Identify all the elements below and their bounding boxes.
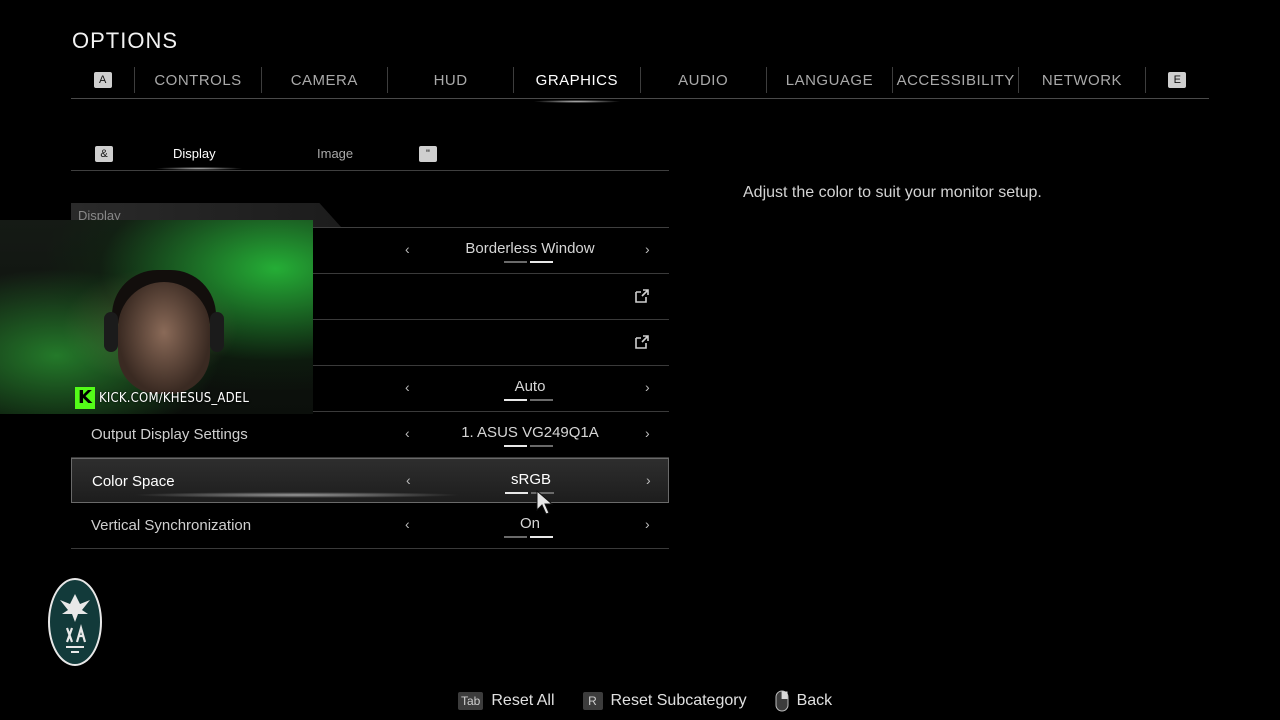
mouse-cursor-icon [536, 490, 554, 515]
setting-label: Output Display Settings [91, 426, 248, 443]
subtab-display[interactable]: Display [155, 146, 243, 170]
chevron-left-icon[interactable]: ‹ [405, 379, 410, 395]
reset-all-button[interactable]: Reset All [491, 692, 554, 710]
keycap-next-tab: E [1168, 72, 1187, 88]
chevron-right-icon[interactable]: › [645, 516, 650, 532]
tab-hud[interactable]: HUD [386, 67, 513, 93]
kick-channel-badge: K KICK.COM/KHESUS_ADEL [75, 387, 249, 409]
tab-label: LANGUAGE [785, 71, 874, 89]
webcam-person [118, 282, 210, 394]
chevron-left-icon[interactable]: ‹ [405, 516, 410, 532]
external-link-icon[interactable] [633, 333, 651, 351]
option-indicator [504, 445, 553, 447]
tab-accessibility[interactable]: ACCESSIBILITY [892, 67, 1018, 93]
setting-value: On [519, 515, 540, 532]
setting-description: Adjust the color to suit your monitor se… [743, 184, 1042, 201]
tab-label: HUD [433, 71, 468, 89]
option-indicator [504, 536, 553, 538]
keycap-prev-tab: A [93, 72, 112, 88]
tab-camera[interactable]: CAMERA [260, 67, 387, 93]
headset-right [210, 312, 224, 352]
chevron-left-icon[interactable]: ‹ [406, 472, 411, 488]
subtab-image[interactable]: Image [317, 146, 353, 161]
back-button[interactable]: Back [797, 692, 833, 710]
keycap-tab: Tab [458, 692, 484, 710]
setting-row-output-display[interactable]: Output Display Settings ‹ 1. ASUS VG249Q… [71, 412, 669, 458]
chevron-right-icon[interactable]: › [645, 425, 650, 441]
setting-value: sRGB [510, 471, 551, 488]
footer-actions: Tab Reset All R Reset Subcategory Back [458, 689, 832, 713]
reset-subcategory-button[interactable]: Reset Subcategory [611, 692, 747, 710]
setting-label: Vertical Synchronization [91, 517, 252, 534]
setting-value: Borderless Window [465, 240, 595, 257]
tab-next-key[interactable]: E [1144, 67, 1209, 93]
option-pip [530, 445, 553, 447]
keycap-prev-subtab[interactable]: & [95, 146, 113, 162]
keycap-r: R [582, 692, 603, 710]
option-indicator [504, 261, 553, 263]
setting-label: Color Space [92, 473, 175, 490]
option-pip [530, 399, 553, 401]
phoenix-logo-icon [60, 594, 90, 653]
option-pip-active [530, 536, 553, 538]
option-pip-active [505, 492, 528, 494]
setting-value: Auto [514, 378, 546, 395]
tab-graphics[interactable]: GRAPHICS [513, 67, 639, 103]
tab-controls[interactable]: CONTROLS [134, 67, 260, 93]
option-pip-active [504, 399, 527, 401]
option-pip [504, 261, 527, 263]
sub-tab-bar: & Display Image " [71, 140, 669, 171]
external-link-icon[interactable] [633, 287, 651, 305]
kick-logo-icon: K [75, 387, 95, 409]
setting-value: 1. ASUS VG249Q1A [461, 424, 599, 441]
chevron-right-icon[interactable]: › [645, 379, 650, 395]
tab-prev-key[interactable]: A [71, 72, 134, 88]
option-pip-active [530, 261, 553, 263]
streamer-logo-badge [48, 578, 102, 666]
chevron-right-icon[interactable]: › [646, 472, 651, 488]
mouse-icon [775, 690, 789, 712]
page-title: OPTIONS [72, 28, 179, 53]
tab-label: AUDIO [678, 71, 729, 89]
chevron-left-icon[interactable]: ‹ [405, 241, 410, 257]
webcam-overlay: K KICK.COM/KHESUS_ADEL [0, 220, 313, 414]
tab-label: NETWORK [1041, 71, 1123, 89]
tab-audio[interactable]: AUDIO [639, 67, 766, 93]
setting-row-color-space[interactable]: Color Space ‹ sRGB › [71, 458, 669, 503]
option-indicator [504, 399, 553, 401]
kick-channel-url: KICK.COM/KHESUS_ADEL [99, 390, 250, 406]
tab-network[interactable]: NETWORK [1018, 67, 1144, 93]
tab-language[interactable]: LANGUAGE [765, 67, 892, 93]
keycap-next-subtab[interactable]: " [419, 146, 437, 162]
options-screen: OPTIONS A CONTROLS CAMERA HUD GRAPHICS A… [0, 0, 1280, 720]
chevron-left-icon[interactable]: ‹ [405, 425, 410, 441]
headset-left [104, 312, 118, 352]
selection-glow [132, 492, 462, 498]
setting-row-vsync[interactable]: Vertical Synchronization ‹ On › [71, 503, 669, 549]
option-pip-active [504, 445, 527, 447]
option-pip [504, 536, 527, 538]
chevron-right-icon[interactable]: › [645, 241, 650, 257]
tab-label: CAMERA [290, 71, 358, 89]
tab-label: CONTROLS [154, 71, 242, 89]
tab-label: ACCESSIBILITY [896, 71, 1015, 89]
main-tab-bar: A CONTROLS CAMERA HUD GRAPHICS AUDIO LAN… [71, 62, 1209, 103]
tab-label: GRAPHICS [535, 71, 619, 89]
